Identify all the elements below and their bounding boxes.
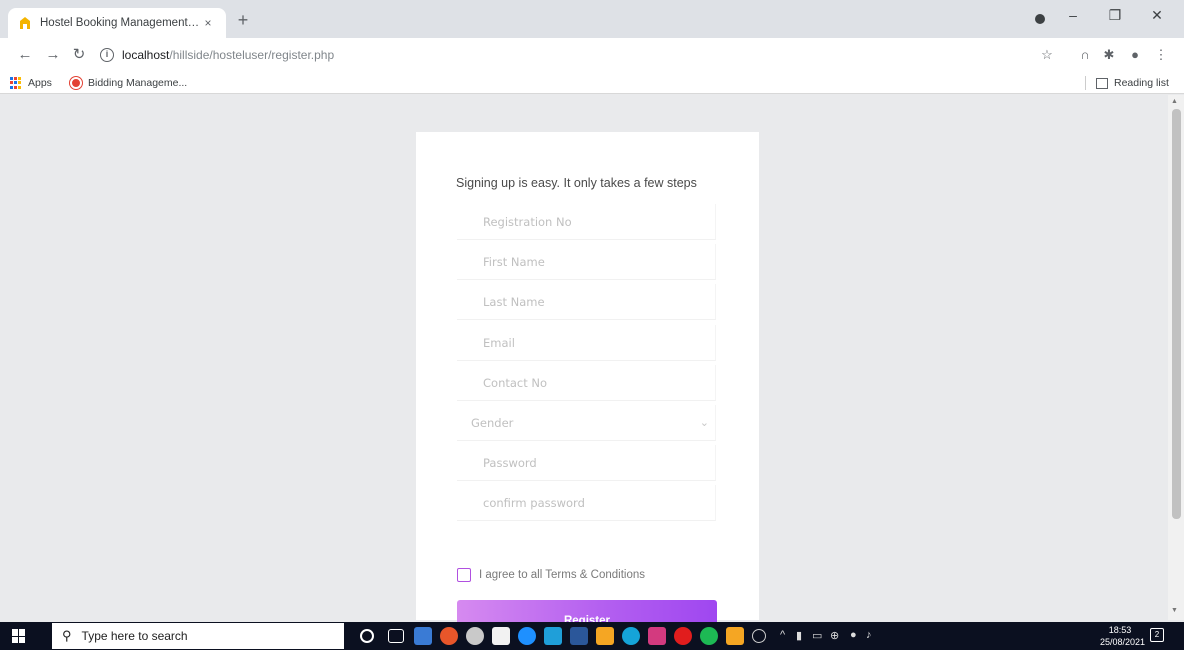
address-bar[interactable]: i localhost /hillside/hosteluser/registe…	[100, 43, 1050, 67]
site-info-icon[interactable]: i	[100, 48, 114, 62]
bookmark-apps-label: Apps	[28, 77, 52, 89]
back-arrow-icon[interactable]: ←	[14, 44, 36, 66]
minimize-button[interactable]: –	[1052, 0, 1094, 30]
notification-icon[interactable]: 2	[1150, 628, 1164, 642]
app-pink-icon[interactable]	[648, 627, 666, 645]
browser-menu-icon[interactable]: ⋮	[1152, 46, 1170, 64]
bookmark-star-icon[interactable]: ☆	[1038, 46, 1056, 64]
mail-icon[interactable]	[544, 627, 562, 645]
page-viewport: Signing up is easy. It only takes a few …	[0, 95, 1184, 642]
tray-battery-icon[interactable]: ▭	[812, 629, 822, 642]
terms-agreement[interactable]: I agree to all Terms & Conditions	[457, 568, 645, 582]
chevron-down-icon: ⌄	[699, 416, 709, 429]
chrome-icon[interactable]	[440, 627, 458, 645]
search-icon: ⚲	[62, 628, 72, 643]
extension-icon[interactable]: ∩	[1076, 46, 1094, 64]
vlc-icon[interactable]	[596, 627, 614, 645]
windows-start-icon[interactable]	[12, 629, 26, 643]
forward-arrow-icon[interactable]: →	[42, 44, 64, 66]
windows-taskbar: ⚲ Type here to search ^ ▮ ▭ ⊕ ● ♪ 18:53 …	[0, 622, 1184, 650]
bidding-favicon-icon	[70, 77, 82, 89]
bookmark-apps[interactable]: Apps	[10, 75, 52, 91]
task-view-icon[interactable]	[388, 629, 404, 643]
tab-close-icon[interactable]: ×	[200, 16, 216, 30]
bookmark-divider	[1085, 76, 1086, 90]
site-favicon-icon	[20, 17, 30, 29]
scrollbar-thumb[interactable]	[1172, 109, 1181, 519]
word-icon[interactable]	[570, 627, 588, 645]
profile-indicator-icon[interactable]	[1035, 14, 1045, 24]
url-path: /hillside/hosteluser/register.php	[169, 48, 335, 62]
file-explorer-icon[interactable]	[414, 627, 432, 645]
tray-bluetooth-icon[interactable]: ●	[850, 629, 857, 641]
app-green-icon[interactable]	[700, 627, 718, 645]
last-name-input[interactable]: Last Name	[457, 284, 716, 320]
profile-avatar-icon[interactable]: ●	[1126, 46, 1144, 64]
restore-button[interactable]: ❐	[1094, 0, 1136, 30]
tray-network-icon[interactable]: ⊕	[830, 629, 839, 642]
taskbar-search-placeholder: Type here to search	[81, 629, 188, 643]
reading-list-icon	[1096, 77, 1108, 89]
clock-date: 25/08/2021	[1100, 637, 1146, 647]
taskbar-clock[interactable]: 18:53 25/08/2021	[1100, 624, 1146, 648]
tray-mic-icon[interactable]: ▮	[796, 629, 802, 642]
taskbar-search[interactable]: ⚲ Type here to search	[52, 623, 344, 649]
store-icon[interactable]	[492, 627, 510, 645]
clock-time: 18:53	[1108, 625, 1132, 635]
cortana-icon[interactable]	[360, 629, 374, 643]
tab-title: Hostel Booking Management Sy	[40, 17, 200, 29]
scroll-up-icon[interactable]: ▲	[1171, 98, 1178, 105]
tray-pen-icon[interactable]: ♪	[866, 629, 872, 641]
registration-no-input[interactable]: Registration No	[457, 204, 716, 240]
signup-intro-text: Signing up is easy. It only takes a few …	[456, 176, 697, 190]
tray-chevron-up-icon[interactable]: ^	[780, 629, 785, 641]
reload-icon[interactable]: ↻	[68, 44, 90, 66]
gender-select-label: Gender	[471, 416, 514, 430]
browser-tab[interactable]: Hostel Booking Management Sy ×	[8, 8, 226, 38]
terms-label: I agree to all Terms & Conditions	[479, 569, 645, 581]
register-card: Signing up is easy. It only takes a few …	[416, 132, 759, 642]
reading-list-button[interactable]: Reading list	[1096, 75, 1169, 91]
app-circle-icon[interactable]	[752, 629, 766, 643]
bookmark-bidding[interactable]: Bidding Manageme...	[70, 75, 187, 91]
new-tab-button[interactable]: +	[232, 9, 254, 31]
confirm-password-input[interactable]: confirm password	[457, 485, 716, 521]
bookmarks-bar: Apps Bidding Manageme... Reading list	[0, 72, 1184, 94]
first-name-input[interactable]: First Name	[457, 244, 716, 280]
terms-checkbox[interactable]	[457, 568, 471, 582]
sublime-icon[interactable]	[726, 627, 744, 645]
browser-tab-strip: Hostel Booking Management Sy × + – ❐ ✕	[0, 0, 1184, 38]
app-blue-icon[interactable]	[622, 627, 640, 645]
close-window-button[interactable]: ✕	[1136, 0, 1178, 30]
page-scrollbar[interactable]: ▲ ▼	[1168, 95, 1184, 620]
settings-gear-icon[interactable]	[466, 627, 484, 645]
password-input[interactable]: Password	[457, 445, 716, 481]
gender-select[interactable]: Gender ⌄	[457, 405, 716, 441]
extensions-puzzle-icon[interactable]: ✱	[1100, 46, 1118, 64]
apps-grid-icon	[10, 77, 22, 89]
edge-icon[interactable]	[518, 627, 536, 645]
bookmark-bidding-label: Bidding Manageme...	[88, 77, 188, 89]
url-host: localhost	[122, 48, 170, 62]
browser-toolbar: ← → ↻ i localhost /hillside/hosteluser/r…	[0, 38, 1184, 72]
email-input[interactable]: Email	[457, 325, 716, 361]
opera-icon[interactable]	[674, 627, 692, 645]
scroll-down-icon[interactable]: ▼	[1171, 607, 1178, 614]
contact-no-input[interactable]: Contact No	[457, 365, 716, 401]
reading-list-label: Reading list	[1114, 77, 1169, 89]
